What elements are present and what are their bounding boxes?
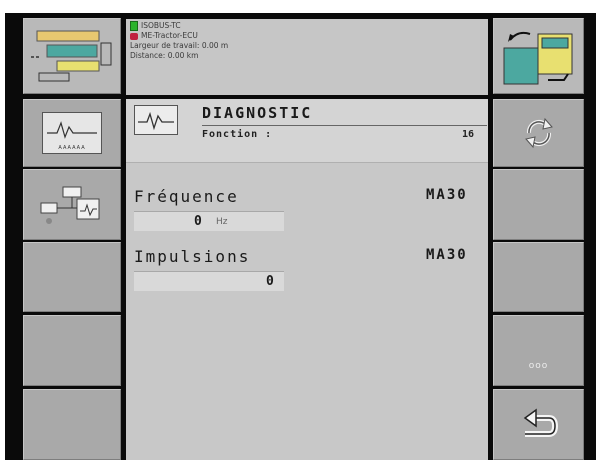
return-softkey[interactable]: [493, 389, 584, 460]
diagnostic-softkey[interactable]: AAAAAA: [23, 99, 121, 167]
left-softkey-6[interactable]: [23, 389, 121, 460]
impulses-field: 0: [134, 271, 284, 291]
task-map-softkey[interactable]: [23, 18, 121, 94]
network-diagnostic-icon: [40, 186, 100, 224]
info-line-3: Largeur de travail: 0.00 m: [130, 41, 229, 50]
more-icon: ooo: [528, 361, 549, 371]
return-icon: [523, 408, 558, 437]
left-softkey-4[interactable]: [23, 242, 121, 312]
network-diagnostic-softkey[interactable]: [23, 169, 121, 240]
info-line-2: ME-Tractor-ECU: [141, 31, 198, 40]
diagnostic-softkey-caption: AAAAAA: [58, 145, 86, 151]
more-softkey[interactable]: ooo: [493, 315, 584, 386]
frequency-unit: Hz: [216, 217, 228, 227]
status-info-bar: ISOBUS-TC ME-Tractor-ECU Largeur de trav…: [126, 19, 488, 95]
terminal-screen: AAAAAA ISOBUS-TC ME-Tractor-ECU Largeur …: [5, 13, 596, 460]
info-line-4: Distance: 0.00 km: [130, 51, 199, 60]
function-label: Fonction :: [202, 129, 273, 140]
refresh-icon: [524, 117, 553, 149]
right-softkey-4[interactable]: [493, 242, 584, 312]
frequency-code: MA30: [426, 187, 468, 203]
title-underline: [202, 125, 487, 126]
panel-header: DIAGNOSTIC Fonction : 16: [126, 99, 488, 163]
page-title: DIAGNOSTIC: [202, 104, 313, 122]
task-map-icon: [31, 30, 112, 82]
impulses-code: MA30: [426, 247, 468, 263]
impulses-value: 0: [266, 274, 274, 289]
info-line-1: ISOBUS-TC: [141, 21, 181, 30]
frequency-label: Fréquence: [134, 187, 239, 206]
tractor-icon: [130, 32, 138, 40]
diagnostic-signal-icon: AAAAAA: [42, 112, 102, 154]
left-softkey-5[interactable]: [23, 315, 121, 386]
isobus-icon: [130, 21, 138, 31]
diagnostic-panel: DIAGNOSTIC Fonction : 16 Fréquence MA30 …: [126, 99, 488, 460]
frequency-value: 0: [194, 214, 202, 229]
task-switch-softkey[interactable]: [493, 18, 584, 94]
diagnostic-header-icon: [134, 105, 178, 135]
impulses-label: Impulsions: [134, 247, 251, 266]
right-softkey-3[interactable]: [493, 169, 584, 240]
frequency-field: 0 Hz: [134, 211, 284, 231]
refresh-softkey[interactable]: [493, 99, 584, 167]
function-number: 16: [462, 129, 475, 140]
task-switch-icon: [503, 31, 572, 85]
